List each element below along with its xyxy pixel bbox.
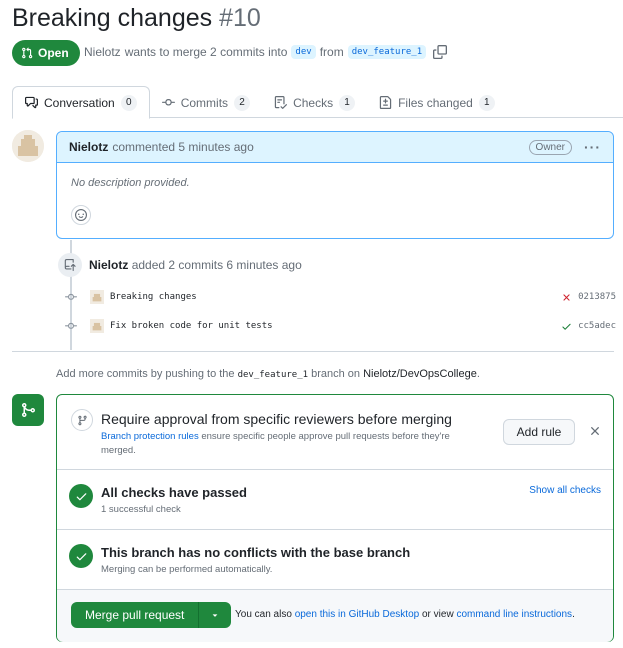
page-title: Breaking changes #10 — [12, 4, 261, 33]
commit-sha[interactable]: cc5adec — [578, 321, 616, 331]
git-commit-icon — [161, 99, 175, 106]
timeline-event: Nielotz added 2 commits 6 minutes ago — [89, 258, 302, 272]
pr-meta: Nielotz wants to merge 2 commits into de… — [84, 45, 448, 59]
push-hint: Add more commits by pushing to the dev_f… — [56, 368, 480, 380]
tab-conversation-label: Conversation — [44, 95, 115, 110]
avatar[interactable] — [90, 290, 104, 304]
comment-author[interactable]: Nielotz — [69, 140, 108, 154]
merge-actions: Merge pull request You can also open thi… — [57, 590, 613, 642]
tab-commits[interactable]: Commits 2 — [150, 86, 262, 119]
file-diff-icon — [379, 96, 392, 109]
rule-title: Require approval from specific reviewers… — [101, 411, 452, 427]
branch-protection-section: Require approval from specific reviewers… — [57, 395, 613, 470]
repo-push-icon — [58, 253, 82, 277]
base-branch[interactable]: dev — [291, 45, 316, 59]
push-hint-branch: dev_feature_1 — [237, 370, 309, 380]
rule-description: Branch protection rules ensure specific … — [101, 430, 481, 458]
merge-box: Require approval from specific reviewers… — [56, 394, 614, 642]
comment-box: Nielotz commented 5 minutes ago Owner ··… — [56, 131, 614, 239]
tab-checks-count: 1 — [339, 94, 356, 111]
commit-status: 0213875 — [561, 292, 616, 303]
merge-text: wants to merge 2 commits into — [124, 45, 288, 59]
timeline-author[interactable]: Nielotz — [89, 258, 128, 272]
avatar[interactable] — [12, 130, 44, 162]
show-all-checks-link[interactable]: Show all checks — [529, 485, 601, 496]
git-pull-request-icon — [22, 47, 33, 59]
open-desktop-link[interactable]: open this in GitHub Desktop — [295, 609, 420, 620]
checklist-icon — [274, 96, 288, 109]
check-circle-icon — [69, 544, 93, 568]
comment-header: Nielotz commented 5 minutes ago Owner ··… — [57, 132, 613, 163]
commit-sha[interactable]: 0213875 — [578, 292, 616, 302]
check-icon[interactable] — [561, 321, 572, 332]
merge-alt-suffix: . — [572, 609, 575, 620]
pr-number: #10 — [219, 4, 261, 32]
comment-action: commented 5 minutes ago — [112, 140, 254, 154]
checks-title: All checks have passed — [101, 485, 247, 500]
triangle-down-icon[interactable] — [199, 602, 232, 628]
repo-link[interactable]: Nielotz/DevOpsCollege — [363, 368, 477, 380]
comment-body: No description provided. — [71, 177, 190, 189]
list-item: Fix broken code for unit tests cc5adec — [64, 317, 616, 335]
branch-protection-link[interactable]: Branch protection rules — [101, 431, 199, 442]
push-hint-suffix: . — [476, 368, 480, 380]
timeline-event-text: added 2 commits 6 minutes ago — [131, 258, 302, 272]
tab-checks-label: Checks — [293, 95, 334, 110]
merge-button-group: Merge pull request — [71, 602, 232, 628]
avatar[interactable] — [90, 319, 104, 333]
tab-commits-label: Commits — [180, 95, 229, 110]
merge-alt-or: or view — [421, 609, 454, 620]
tab-commits-count: 2 — [234, 94, 251, 111]
merge-alternatives: You can also open this in GitHub Desktop… — [235, 609, 575, 620]
git-merge-icon — [12, 394, 44, 426]
owner-badge: Owner — [528, 139, 572, 155]
conflicts-section: This branch has no conflicts with the ba… — [57, 530, 613, 590]
push-hint-prefix: Add more commits by pushing to the — [56, 368, 235, 380]
tab-files-label: Files changed — [398, 95, 473, 110]
close-icon[interactable] — [588, 424, 602, 438]
git-branch-icon — [71, 409, 93, 431]
add-rule-button[interactable]: Add rule — [503, 419, 575, 445]
tab-conversation-count: 0 — [120, 94, 137, 111]
commit-message-link[interactable]: Fix broken code for unit tests — [110, 321, 273, 331]
git-commit-icon — [64, 290, 78, 304]
merge-alt-prefix: You can also — [235, 609, 292, 620]
status-label: Open — [38, 46, 69, 60]
head-branch[interactable]: dev_feature_1 — [347, 45, 427, 59]
x-icon[interactable] — [561, 292, 572, 303]
tab-files-changed[interactable]: Files changed 1 — [367, 86, 507, 119]
kebab-horizontal-icon[interactable]: ··· — [584, 139, 601, 155]
divider — [12, 351, 614, 352]
pr-title: Breaking changes — [12, 4, 213, 32]
tab-checks[interactable]: Checks 1 — [262, 86, 367, 119]
pr-author-link[interactable]: Nielotz — [84, 45, 121, 59]
from-text: from — [319, 45, 344, 59]
pr-tabs: Conversation 0 Commits 2 Checks 1 Files … — [12, 86, 623, 119]
merge-pull-request-button[interactable]: Merge pull request — [71, 602, 200, 628]
conflicts-subtitle: Merging can be performed automatically. — [101, 564, 273, 575]
commit-message-link[interactable]: Breaking changes — [110, 292, 197, 302]
tab-conversation[interactable]: Conversation 0 — [12, 86, 150, 119]
smiley-icon[interactable] — [71, 205, 91, 225]
check-circle-icon — [69, 484, 93, 508]
comment-discussion-icon — [25, 96, 38, 109]
checks-section: All checks have passed 1 successful chec… — [57, 470, 613, 530]
conflicts-title: This branch has no conflicts with the ba… — [101, 545, 411, 560]
git-commit-icon — [64, 319, 78, 333]
commit-status: cc5adec — [561, 321, 616, 332]
push-hint-middle: branch on — [311, 368, 361, 380]
tab-files-count: 1 — [478, 94, 495, 111]
cli-instructions-link[interactable]: command line instructions — [456, 609, 572, 620]
checks-subtitle: 1 successful check — [101, 504, 181, 515]
copy-icon[interactable] — [433, 45, 448, 59]
list-item: Breaking changes 0213875 — [64, 288, 616, 306]
status-badge: Open — [12, 40, 80, 66]
